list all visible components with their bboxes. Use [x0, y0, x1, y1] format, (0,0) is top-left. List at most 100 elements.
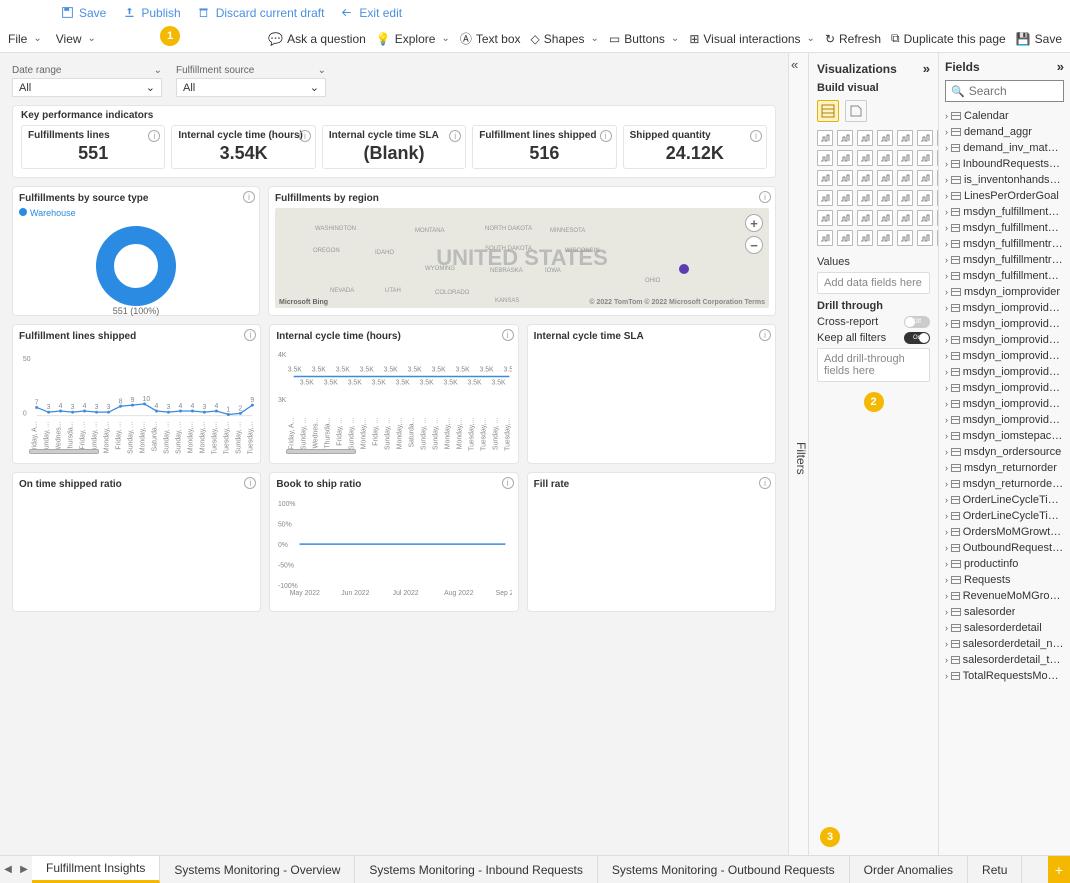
viz-type-icon[interactable] — [877, 210, 893, 226]
field-table-item[interactable]: ›msdyn_iomproviderme... — [945, 364, 1064, 380]
zoom-out-button[interactable]: − — [745, 236, 763, 254]
viz-type-icon[interactable] — [897, 230, 913, 246]
visual-interactions-button[interactable]: ⊞Visual interactions — [689, 32, 815, 46]
info-icon[interactable]: i — [600, 130, 612, 142]
zoom-in-button[interactable]: + — [745, 214, 763, 232]
field-table-item[interactable]: ›demand_aggr — [945, 124, 1064, 140]
info-icon[interactable]: i — [243, 191, 255, 203]
viz-type-icon[interactable] — [917, 130, 933, 146]
field-table-item[interactable]: ›is_inventonhandsum — [945, 172, 1064, 188]
fulfillment-source-slicer[interactable]: Fulfillment source⌄ All⌄ — [176, 65, 326, 97]
info-icon[interactable]: i — [750, 130, 762, 142]
file-menu[interactable]: File — [8, 32, 42, 46]
viz-type-icon[interactable] — [877, 150, 893, 166]
viz-type-icon[interactable] — [837, 210, 853, 226]
field-table-item[interactable]: ›OrderLineCycleTimeSLA — [945, 508, 1064, 524]
viz-type-icon[interactable] — [917, 190, 933, 206]
map-bubble[interactable] — [679, 264, 689, 274]
info-icon[interactable]: i — [502, 477, 514, 489]
viz-type-icon[interactable] — [857, 190, 873, 206]
viz-type-icon[interactable] — [917, 230, 933, 246]
field-table-item[interactable]: ›salesorderdetail — [945, 620, 1064, 636]
field-table-item[interactable]: ›InboundRequestsMoM... — [945, 156, 1064, 172]
duplicate-page-button[interactable]: ⧉Duplicate this page — [891, 31, 1006, 46]
viz-type-icon[interactable] — [897, 210, 913, 226]
field-table-item[interactable]: ›OutboundRequestsMo... — [945, 540, 1064, 556]
expand-filters-icon[interactable]: « — [791, 57, 798, 72]
viz-type-icon[interactable] — [857, 230, 873, 246]
field-table-item[interactable]: ›msdyn_iomproviderme... — [945, 380, 1064, 396]
field-table-item[interactable]: ›msdyn_iomproviderme... — [945, 396, 1064, 412]
field-table-item[interactable]: ›TotalRequestsMoMGro... — [945, 668, 1064, 684]
card-book-to-ship[interactable]: Book to ship ratio i 100%50%0%-50%-100%M… — [269, 472, 518, 612]
field-table-item[interactable]: ›msdyn_fulfillmentretur... — [945, 236, 1064, 252]
field-table-item[interactable]: ›msdyn_fulfillmentorder — [945, 204, 1064, 220]
values-field-well[interactable]: Add data fields here — [817, 272, 930, 294]
viz-type-icon[interactable] — [857, 150, 873, 166]
filters-panel-collapsed[interactable]: « Filters — [788, 53, 808, 855]
field-table-item[interactable]: ›msdyn_fulfillmentorder... — [945, 220, 1064, 236]
viz-type-icon[interactable] — [917, 210, 933, 226]
info-icon[interactable]: i — [759, 329, 771, 341]
tabs-scroll-left[interactable]: ◀ — [0, 856, 16, 883]
field-table-item[interactable]: ›salesorderdetail_totalor... — [945, 652, 1064, 668]
info-icon[interactable]: i — [759, 477, 771, 489]
map-card[interactable]: Fulfillments by region i UNITED STATES W… — [268, 186, 776, 316]
viz-type-icon[interactable] — [877, 170, 893, 186]
field-table-item[interactable]: ›Calendar — [945, 108, 1064, 124]
horizontal-scrollbar[interactable] — [286, 449, 356, 454]
field-table-item[interactable]: ›msdyn_iomprovideracti... — [945, 316, 1064, 332]
info-icon[interactable]: i — [759, 191, 771, 203]
viz-type-icon[interactable] — [817, 170, 833, 186]
page-tab[interactable]: Systems Monitoring - Inbound Requests — [355, 856, 597, 883]
chart-cycle-sla[interactable]: Internal cycle time SLA i — [527, 324, 776, 464]
viz-type-icon[interactable] — [897, 170, 913, 186]
keep-filters-toggle[interactable]: On — [904, 332, 930, 344]
viz-type-icon[interactable] — [857, 130, 873, 146]
field-table-item[interactable]: ›msdyn_iomstepactione... — [945, 428, 1064, 444]
collapse-panel-icon[interactable]: » — [1057, 59, 1064, 74]
kpi-card[interactable]: iInternal cycle time SLA(Blank) — [322, 125, 466, 169]
save-button-2[interactable]: 💾Save — [1016, 32, 1062, 46]
viz-type-icon[interactable] — [837, 230, 853, 246]
viz-type-icon[interactable] — [877, 190, 893, 206]
add-page-button[interactable]: + — [1048, 856, 1070, 883]
info-icon[interactable]: i — [502, 329, 514, 341]
card-fill-rate[interactable]: Fill rate i — [527, 472, 776, 612]
field-table-item[interactable]: ›Requests — [945, 572, 1064, 588]
page-tab[interactable]: Fulfillment Insights — [32, 856, 160, 883]
field-table-item[interactable]: ›msdyn_iomprovider — [945, 284, 1064, 300]
fields-search-box[interactable]: 🔍 — [945, 80, 1064, 102]
exit-edit-button[interactable]: Exit edit — [340, 6, 402, 20]
viz-type-icon[interactable] — [817, 210, 833, 226]
field-table-item[interactable]: ›msdyn_fulfillmentsource — [945, 268, 1064, 284]
field-table-item[interactable]: ›LinesPerOrderGoal — [945, 188, 1064, 204]
page-tab[interactable]: Systems Monitoring - Overview — [160, 856, 355, 883]
info-icon[interactable]: i — [299, 130, 311, 142]
field-table-item[interactable]: ›OrderLineCycleTimeGoal — [945, 492, 1064, 508]
card-on-time-ratio[interactable]: On time shipped ratio i — [12, 472, 261, 612]
field-table-item[interactable]: ›salesorderdetail_newor... — [945, 636, 1064, 652]
publish-button[interactable]: Publish — [122, 6, 180, 20]
info-icon[interactable]: i — [148, 130, 160, 142]
fields-search-input[interactable] — [969, 84, 1058, 98]
chevron-down-icon[interactable]: ⌄ — [146, 81, 155, 94]
date-range-slicer[interactable]: Date range⌄ All⌄ — [12, 65, 162, 97]
kpi-card[interactable]: iFulfillment lines shipped516 — [472, 125, 616, 169]
donut-chart-card[interactable]: Fulfillments by source type i Warehouse … — [12, 186, 260, 316]
field-table-item[interactable]: ›msdyn_iomproviderme... — [945, 412, 1064, 428]
kpi-card[interactable]: iFulfillments lines551 — [21, 125, 165, 169]
save-button[interactable]: Save — [60, 6, 106, 20]
field-table-item[interactable]: ›msdyn_fulfillmentretur... — [945, 252, 1064, 268]
explore-button[interactable]: 💡Explore — [376, 32, 450, 46]
viz-type-icon[interactable] — [817, 130, 833, 146]
buttons-button[interactable]: ▭Buttons — [609, 32, 679, 46]
viz-type-icon[interactable] — [857, 210, 873, 226]
field-table-item[interactable]: ›msdyn_returnorder — [945, 460, 1064, 476]
build-fields-tab[interactable] — [817, 100, 839, 122]
build-format-tab[interactable] — [845, 100, 867, 122]
field-table-item[interactable]: ›msdyn_iomprovideracti... — [945, 300, 1064, 316]
info-icon[interactable]: i — [449, 130, 461, 142]
viz-type-icon[interactable] — [897, 150, 913, 166]
viz-type-icon[interactable] — [897, 190, 913, 206]
